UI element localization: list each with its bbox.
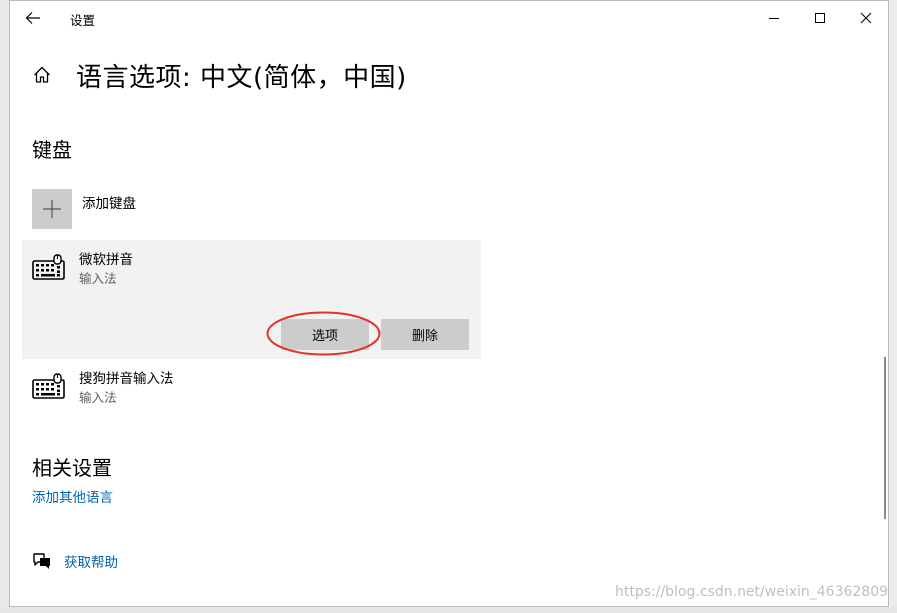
help-chat-icon [33,553,50,569]
background-window-bottom [0,607,897,613]
keyboard-icon [32,254,65,280]
delete-button[interactable]: 删除 [381,319,469,350]
keyboard-item-sogou-pinyin[interactable]: 搜狗拼音输入法 输入法 [32,371,174,407]
maximize-button[interactable] [797,1,843,35]
plus-icon [43,200,61,218]
back-button[interactable] [18,5,48,31]
keyboard-type: 输入法 [79,390,117,405]
keyboard-name: 搜狗拼音输入法 [79,371,174,387]
page-header: 语言选项: 中文(简体，中国) [30,57,407,93]
add-keyboard-label: 添加键盘 [82,196,136,212]
minimize-button[interactable] [751,1,797,35]
home-icon [34,66,50,83]
add-language-link[interactable]: 添加其他语言 [32,486,113,506]
watermark-text: https://blog.csdn.net/weixin_46362809 [615,584,889,600]
related-settings-heading: 相关设置 [32,456,112,480]
keyboard-icon [32,373,65,399]
add-keyboard-button[interactable]: 添加键盘 [32,189,136,229]
keyboard-type: 输入法 [79,271,117,286]
back-arrow-icon [25,12,40,24]
title-bar: 设置 [10,1,888,35]
home-button[interactable] [30,63,54,87]
keyboard-item-microsoft-pinyin[interactable]: 微软拼音 输入法 [32,252,133,288]
settings-window: 设置 语言选项: 中文(简体，中国) 键盘 添加键盘 微软拼音 输入法 选项 删… [9,0,889,607]
close-icon [860,12,872,24]
minimize-icon [769,18,779,19]
page-title: 语言选项: 中文(简体，中国) [76,62,407,93]
add-keyboard-tile[interactable] [32,189,72,229]
window-title: 设置 [70,13,96,28]
get-help-row[interactable]: 获取帮助 [32,551,118,571]
scrollbar-thumb[interactable] [884,357,886,519]
keyboard-section-heading: 键盘 [32,138,72,162]
close-button[interactable] [843,1,888,35]
keyboard-name: 微软拼音 [79,252,133,268]
background-window-right [890,0,897,613]
maximize-icon [815,13,825,23]
get-help-link[interactable]: 获取帮助 [64,551,118,571]
options-button[interactable]: 选项 [281,319,369,350]
